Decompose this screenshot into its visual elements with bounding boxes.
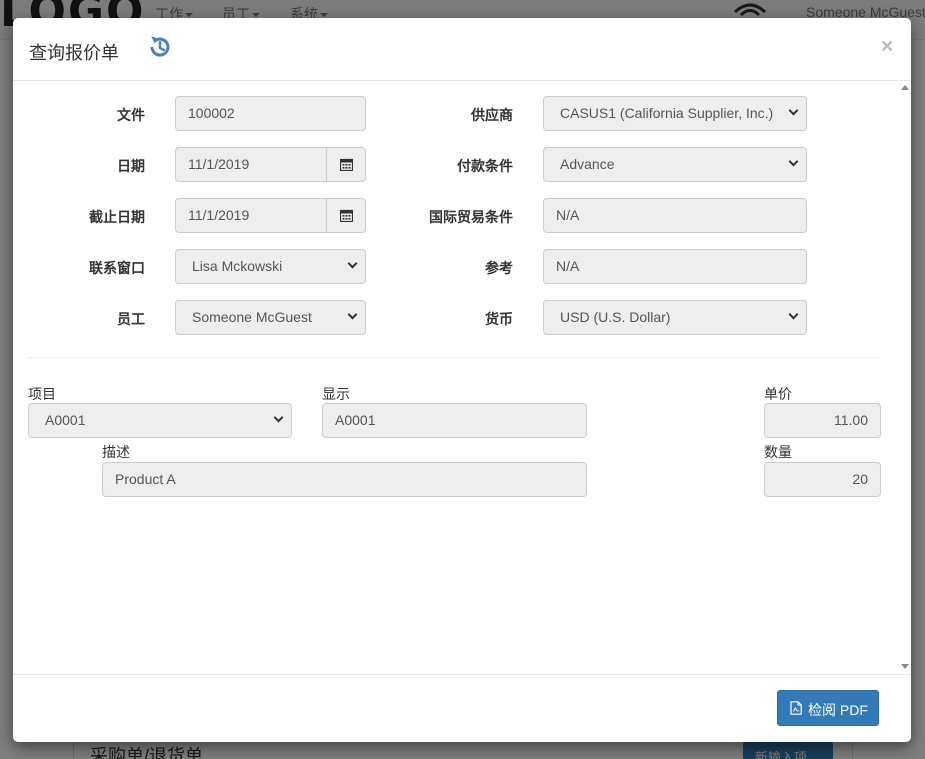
item-label: 项目 [28,386,56,402]
date-picker: 11/1/2019 [175,147,366,182]
chevron-down-icon [347,258,358,269]
date-calendar-button[interactable] [326,147,366,182]
payment-terms-select[interactable]: Advance [543,147,807,182]
contact-select[interactable]: Lisa Mckowski [175,249,366,284]
quantity-field: 20 [764,462,881,497]
unit-price-label: 单价 [764,386,792,402]
document-field: 100002 [175,96,366,131]
modal-header: 查询报价单 × [13,18,911,81]
history-icon[interactable] [147,34,173,60]
chevron-down-icon [788,156,799,167]
modal-body: 文件 100002 日期 11/1/2019 截止日期 11/1/2019 联系… [13,81,911,675]
description-label: 描述 [102,444,130,460]
reference-label: 参考 [485,260,513,276]
date-label: 日期 [117,158,145,174]
chevron-down-icon [788,309,799,320]
close-button[interactable]: × [881,36,893,57]
document-label: 文件 [117,107,145,123]
quantity-label: 数量 [764,444,792,460]
due-date-calendar-button[interactable] [326,198,366,233]
currency-select-value: USD (U.S. Dollar) [560,309,671,325]
chevron-down-icon [788,105,799,116]
view-pdf-button[interactable]: 检阅 PDF [777,690,879,726]
due-date-field: 11/1/2019 [175,198,327,233]
date-field: 11/1/2019 [175,147,327,182]
supplier-select[interactable]: CASUS1 (California Supplier, Inc.) [543,96,807,131]
file-pdf-icon [790,701,802,715]
description-field: Product A [102,462,587,497]
contact-select-value: Lisa Mckowski [192,258,283,274]
calendar-icon [340,158,353,171]
due-date-label: 截止日期 [89,209,145,225]
employee-label: 员工 [117,311,145,327]
section-divider [28,357,881,358]
quote-inquiry-modal: 查询报价单 × 文件 100002 日期 11/1/2019 截止日期 11/1… [13,18,911,742]
item-select[interactable]: A0001 [28,403,292,438]
due-date-picker: 11/1/2019 [175,198,366,233]
modal-scrollbar[interactable] [898,81,911,675]
display-label: 显示 [322,386,350,402]
item-select-value: A0001 [45,412,86,428]
supplier-select-value: CASUS1 (California Supplier, Inc.) [560,105,774,121]
reference-field: N/A [543,249,807,284]
contact-label: 联系窗口 [89,260,145,276]
scroll-down-arrow-icon[interactable] [901,664,909,669]
scroll-up-arrow-icon[interactable] [901,85,909,90]
view-pdf-label: 检阅 PDF [808,702,868,718]
display-field: A0001 [322,403,587,438]
payment-terms-select-value: Advance [560,156,615,172]
chevron-down-icon [347,309,358,320]
supplier-label: 供应商 [471,107,513,123]
currency-label: 货币 [485,311,513,327]
chevron-down-icon [273,412,284,423]
modal-footer: 检阅 PDF [13,674,911,742]
modal-title: 查询报价单 [29,43,119,63]
calendar-icon [340,209,353,222]
employee-select[interactable]: Someone McGuest [175,300,366,335]
unit-price-field: 11.00 [764,403,881,438]
employee-select-value: Someone McGuest [192,309,312,325]
incoterms-label: 国际贸易条件 [429,209,513,225]
incoterms-field: N/A [543,198,807,233]
currency-select[interactable]: USD (U.S. Dollar) [543,300,807,335]
payment-terms-label: 付款条件 [457,158,513,174]
